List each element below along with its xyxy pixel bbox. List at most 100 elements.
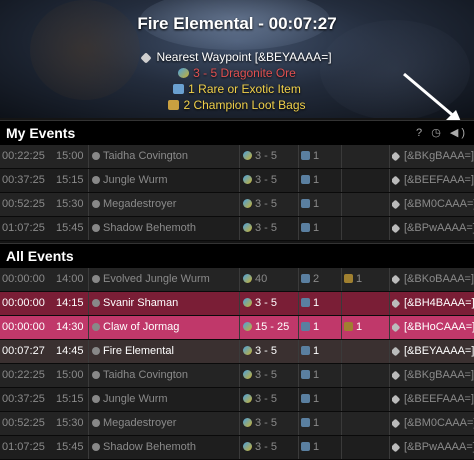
event-row[interactable]: 01:07:25 15:45 Shadow Behemoth 3 - 5 1 [&BPwA… (0, 217, 474, 241)
nearest-waypoint[interactable]: Nearest Waypoint [&BEYAAAA=] (0, 50, 474, 64)
reward-bag-count: 1 (344, 268, 389, 291)
event-icon (92, 200, 100, 208)
waypoint-icon (392, 322, 401, 333)
column-divider (239, 412, 240, 435)
event-icon (92, 419, 100, 427)
event-icon (92, 152, 100, 160)
event-icon (92, 275, 100, 283)
event-time: 14:15 (56, 297, 84, 309)
event-name-text: Claw of Jormag (103, 321, 180, 333)
event-name-text: Svanir Shaman (103, 297, 179, 309)
event-waypoint[interactable]: [&BHoCAAA=] (392, 316, 474, 339)
event-waypoint[interactable]: [&BH4BAAA=] (392, 292, 474, 315)
column-divider (298, 388, 299, 411)
current-event-title: Fire Elemental - 00:07:27 (137, 14, 337, 33)
event-waypoint[interactable]: [&BKgBAAA=] (392, 145, 474, 168)
event-icon (92, 224, 100, 232)
event-row[interactable]: 01:07:25 15:45 Shadow Behemoth 3 - 5 1 [&BPwA… (0, 436, 474, 460)
event-waypoint[interactable]: [&BEEFAAA=] (392, 388, 474, 411)
ore-icon (178, 68, 190, 78)
item-icon (301, 370, 310, 379)
event-name-text: Jungle Wurm (103, 393, 168, 405)
column-divider (389, 217, 390, 240)
waypoint-icon (140, 52, 153, 64)
event-time: 14:00 (56, 273, 84, 285)
event-countdown: 00:37:25 (2, 174, 45, 186)
event-icon (92, 347, 100, 355)
reward-item-count: 1 (301, 340, 341, 363)
event-waypoint-code: [&BKgBAAA=] (404, 369, 474, 381)
ore-icon (243, 199, 252, 208)
event-row[interactable]: 00:37:25 15:15 Jungle Wurm 3 - 5 1 [&BEEFAAA=… (0, 388, 474, 412)
event-waypoint[interactable]: [&BKoBAAA=] (392, 268, 474, 291)
reward-ore-count: 3 - 5 (243, 364, 298, 387)
event-row[interactable]: 00:07:27 14:45 Fire Elemental 3 - 5 1 [&BEYAA… (0, 340, 474, 364)
ore-icon (243, 418, 252, 427)
all-events-header: All Events (0, 243, 474, 268)
ore-icon (243, 298, 252, 307)
event-row[interactable]: 00:22:25 15:00 Taidha Covington 3 - 5 1 [&BKg… (0, 145, 474, 169)
event-row[interactable]: 00:52:25 15:30 Megadestroyer 3 - 5 1 [&BM0CAA… (0, 193, 474, 217)
event-name-text: Fire Elemental (103, 345, 174, 357)
event-waypoint-code: [&BEEFAAA=] (404, 393, 474, 405)
sound-icon[interactable]: ◀) (450, 127, 468, 139)
my-events-label: My Events (6, 125, 76, 141)
ore-icon (243, 394, 252, 403)
column-divider (239, 364, 240, 387)
reward-item-count: 1 (301, 292, 341, 315)
event-name: Megadestroyer (92, 412, 237, 435)
section-tools[interactable]: ? ◷ ◀) (416, 126, 468, 139)
column-divider (239, 292, 240, 315)
item-icon (301, 346, 310, 355)
waypoint-icon (392, 151, 401, 162)
event-time: 14:45 (56, 345, 84, 357)
reward-item-count: 1 (301, 145, 341, 168)
reward-item-count-value: 1 (313, 417, 320, 429)
event-row[interactable]: 00:00:00 14:00 Evolved Jungle Wurm 40 2 1 [&BK… (0, 268, 474, 292)
item-icon (301, 151, 310, 160)
reward-ore-count-value: 3 - 5 (255, 393, 278, 405)
help-icon[interactable]: ? (416, 127, 425, 139)
event-countdown: 01:07:25 (2, 222, 45, 234)
column-divider (389, 412, 390, 435)
event-row[interactable]: 00:00:00 14:15 Svanir Shaman 3 - 5 1 [&BH4BAA… (0, 292, 474, 316)
reward-bag-count (344, 217, 389, 240)
event-waypoint-code: [&BEEFAAA=] (404, 174, 474, 186)
ore-icon (243, 346, 252, 355)
event-waypoint[interactable]: [&BEEFAAA=] (392, 169, 474, 192)
column-divider (239, 268, 240, 291)
reward-ore-count-value: 3 - 5 (255, 441, 278, 453)
reward-item-count: 1 (301, 169, 341, 192)
event-row[interactable]: 00:00:00 14:30 Claw of Jormag 15 - 25 1 1 [&BH… (0, 316, 474, 340)
reward-ore-count-value: 3 - 5 (255, 222, 278, 234)
event-waypoint[interactable]: [&BM0CAAA=] (392, 412, 474, 435)
reward-item-count-value: 2 (313, 273, 320, 285)
event-waypoint[interactable]: [&BKgBAAA=] (392, 364, 474, 387)
reward-item-count: 1 (301, 193, 341, 216)
reward-ore-count: 40 (243, 268, 298, 291)
column-divider (239, 145, 240, 168)
event-time: 15:15 (56, 174, 84, 186)
column-divider (88, 193, 89, 216)
column-divider (88, 268, 89, 291)
event-waypoint[interactable]: [&BPwAAAA=] (392, 217, 474, 240)
event-row[interactable]: 00:52:25 15:30 Megadestroyer 3 - 5 1 [&BM0CAA… (0, 412, 474, 436)
clock-icon[interactable]: ◷ (431, 127, 444, 139)
column-divider (88, 145, 89, 168)
event-waypoint[interactable]: [&BM0CAAA=] (392, 193, 474, 216)
reward-ore-count: 3 - 5 (243, 169, 298, 192)
reward-ore-text: 3 - 5 Dragonite Ore (193, 66, 296, 80)
reward-item-count-value: 1 (313, 441, 320, 453)
event-name: Claw of Jormag (92, 316, 237, 339)
event-row[interactable]: 00:37:25 15:15 Jungle Wurm 3 - 5 1 [&BEEFAAA=… (0, 169, 474, 193)
event-name-text: Shadow Behemoth (103, 441, 196, 453)
reward-bag-count-value: 1 (356, 321, 363, 333)
event-row[interactable]: 00:22:25 15:00 Taidha Covington 3 - 5 1 [&BKg… (0, 364, 474, 388)
event-waypoint-code: [&BEYAAAA=] (404, 345, 474, 357)
column-divider (298, 364, 299, 387)
reward-bag-count (344, 292, 389, 315)
reward-ore-count: 3 - 5 (243, 217, 298, 240)
event-time: 15:15 (56, 393, 84, 405)
event-waypoint[interactable]: [&BEYAAAA=] (392, 340, 474, 363)
event-countdown: 00:22:25 (2, 369, 45, 381)
